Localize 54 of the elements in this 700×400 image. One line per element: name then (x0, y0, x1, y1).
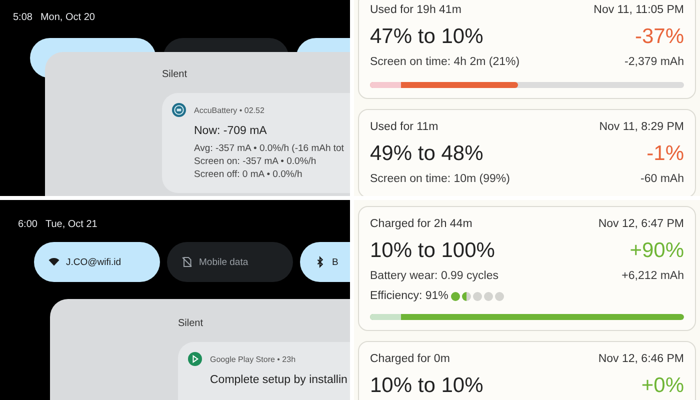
session-duration: Used for 11m (370, 120, 438, 135)
wifi-icon (48, 256, 60, 268)
session-duration: Used for 19h 41m (370, 3, 462, 18)
battery-icon (172, 103, 186, 117)
history-card[interactable]: Used for 19h 41m Nov 11, 11:05 PM 47% to 10% -37% Screen on time: 4h 2m (21%) -2,379 mAh (358, 0, 696, 99)
clock-time: 5:08 (13, 12, 32, 25)
app-name: AccuBattery • 02.52 (194, 106, 264, 114)
session-date: Nov 12, 6:46 PM (598, 352, 684, 367)
app-name: Google Play Store • 23h (210, 354, 296, 364)
session-date: Nov 11, 11:05 PM (594, 3, 684, 18)
history-card[interactable]: Used for 11m Nov 11, 8:29 PM 49% to 48% -1% Screen on time: 10m (99%) -60 mAh (358, 109, 696, 196)
notification-card[interactable]: Google Play Store • 23h Complete setup by installin (178, 342, 350, 400)
percent-range: 10% to 10% (370, 373, 484, 399)
play-icon (188, 352, 202, 366)
percent-range: 47% to 10% (370, 24, 484, 50)
percent-change: -1% (646, 141, 684, 167)
detail-value: +6,212 mAh (622, 269, 684, 284)
percent-change: +90% (630, 238, 684, 264)
session-date: Nov 11, 8:29 PM (599, 120, 684, 135)
efficiency-label: Efficiency: 91% (370, 290, 448, 302)
session-duration: Charged for 2h 44m (370, 217, 472, 232)
section-label: Silent (162, 69, 188, 82)
notification-text: Screen on: -357 mA • 0.0%/h (194, 155, 318, 168)
quick-settings-tile[interactable]: Mobile data (167, 242, 293, 282)
notification-title: Complete setup by installin (210, 374, 348, 386)
history-card[interactable]: Charged for 0m Nov 12, 6:46 PM 10% to 10% +0% (358, 341, 696, 400)
session-date: Nov 12, 6:47 PM (598, 217, 684, 232)
detail-label: Screen on time: 10m (99%) (370, 172, 510, 187)
detail-value: -60 mAh (640, 172, 684, 187)
date-label: Tue, Oct 21 (45, 219, 98, 230)
detail-label: Screen on time: 4h 2m (21%) (370, 55, 520, 70)
history-card[interactable]: Charged for 2h 44m Nov 12, 6:47 PM 10% to 100% +90% Battery wear: 0.99 cycles +6,212 mAh Efficiency: 91% (358, 206, 696, 331)
rating-dot (462, 292, 472, 300)
rating-dot (495, 292, 504, 300)
rating-dot (451, 292, 460, 300)
date-label: Mon, Oct 20 (40, 12, 95, 25)
detail-value: -2,379 mAh (624, 55, 684, 70)
notification-title: Now: -709 mA (194, 125, 268, 137)
percent-range: 49% to 48% (370, 141, 484, 167)
rating-dot (484, 292, 494, 300)
sim-off-icon (181, 256, 193, 268)
percent-change: -37% (634, 24, 684, 50)
percent-change: +0% (641, 373, 684, 399)
quick-settings-tile[interactable]: J.CO@wifi.id (34, 242, 160, 282)
rating-dot (473, 292, 482, 300)
session-duration: Charged for 0m (370, 352, 450, 367)
percent-range: 10% to 100% (370, 238, 495, 264)
notification-card[interactable]: AccuBattery • 02.52 Now: -709 mA Avg: -357 mA • 0.0%/h (-16 mAh tot Screen on: -357 mA • 0.0%/h Screen off: 0 mA • 0.0%/h (162, 93, 350, 193)
notification-text: Screen off: 0 mA • 0.0%/h (194, 168, 304, 181)
detail-label: Battery wear: 0.99 cycles (370, 269, 498, 284)
quick-settings-tile[interactable]: B (300, 242, 350, 282)
clock-time: 6:00 (18, 219, 38, 230)
section-label: Silent (178, 318, 204, 331)
notification-text: Avg: -357 mA • 0.0%/h (-16 mAh tot (194, 142, 345, 155)
